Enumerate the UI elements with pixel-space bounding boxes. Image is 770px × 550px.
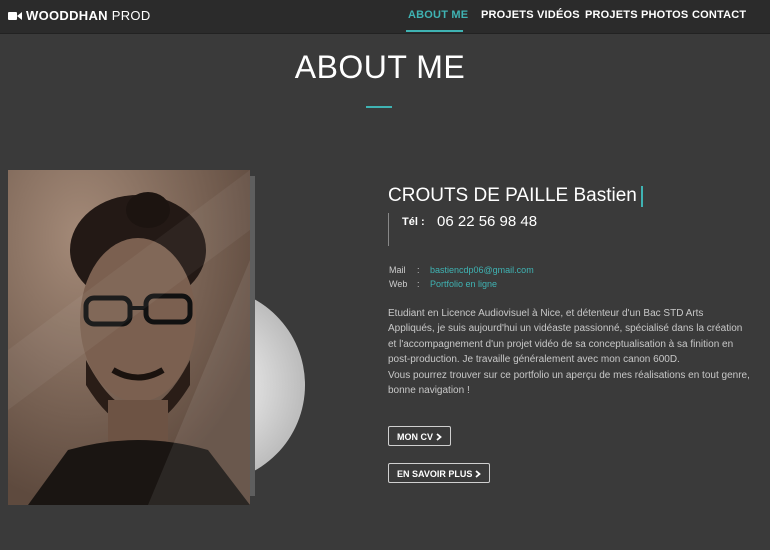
profile-portrait-image	[8, 170, 250, 505]
nav-active-indicator	[406, 30, 463, 32]
tel-accent-bar	[388, 213, 389, 246]
mon-cv-button[interactable]: MON CV	[388, 426, 451, 446]
tel-value: 06 22 56 98 48	[437, 213, 538, 230]
nav-item-projets-photos[interactable]: PROJETS PHOTOS	[585, 9, 688, 21]
bio-paragraph-2: Vous pourrez trouver sur ce portfolio un…	[388, 369, 750, 397]
en-savoir-plus-label: EN SAVOIR PLUS	[397, 469, 473, 479]
navbar: WOODDHAN PROD ABOUT ME PROJETS VIDÉOS PR…	[0, 0, 770, 34]
name-accent-bar	[641, 186, 643, 207]
nav-item-contact[interactable]: CONTACT	[692, 9, 746, 21]
tel-label: Tél :	[402, 216, 425, 228]
video-camera-icon	[8, 9, 22, 24]
mail-label: Mail	[389, 265, 406, 275]
web-separator: :	[417, 279, 420, 289]
web-link[interactable]: Portfolio en ligne	[430, 279, 497, 289]
brand-name-light: PROD	[111, 8, 151, 23]
chevron-right-icon	[475, 469, 481, 479]
title-divider	[366, 106, 392, 108]
bio-paragraph-1: Etudiant en Licence Audiovisuel à Nice, …	[388, 308, 743, 366]
web-label: Web	[389, 279, 408, 289]
bio-text: Etudiant en Licence Audiovisuel à Nice, …	[388, 306, 750, 398]
brand-name-bold: WOODDHAN	[26, 8, 108, 23]
en-savoir-plus-button[interactable]: EN SAVOIR PLUS	[388, 463, 490, 483]
chevron-right-icon	[435, 432, 442, 442]
mail-separator: :	[417, 265, 420, 275]
mon-cv-label: MON CV	[397, 432, 433, 442]
nav-item-projets-videos[interactable]: PROJETS VIDÉOS	[481, 9, 580, 21]
page-title: ABOUT ME	[294, 49, 466, 85]
brand-logo[interactable]: WOODDHAN PROD	[8, 8, 151, 24]
profile-name: CROUTS DE PAILLE Bastien	[388, 185, 637, 206]
mail-link[interactable]: bastiencdp06@gmail.com	[430, 265, 534, 275]
nav-item-about-me[interactable]: ABOUT ME	[408, 9, 468, 21]
